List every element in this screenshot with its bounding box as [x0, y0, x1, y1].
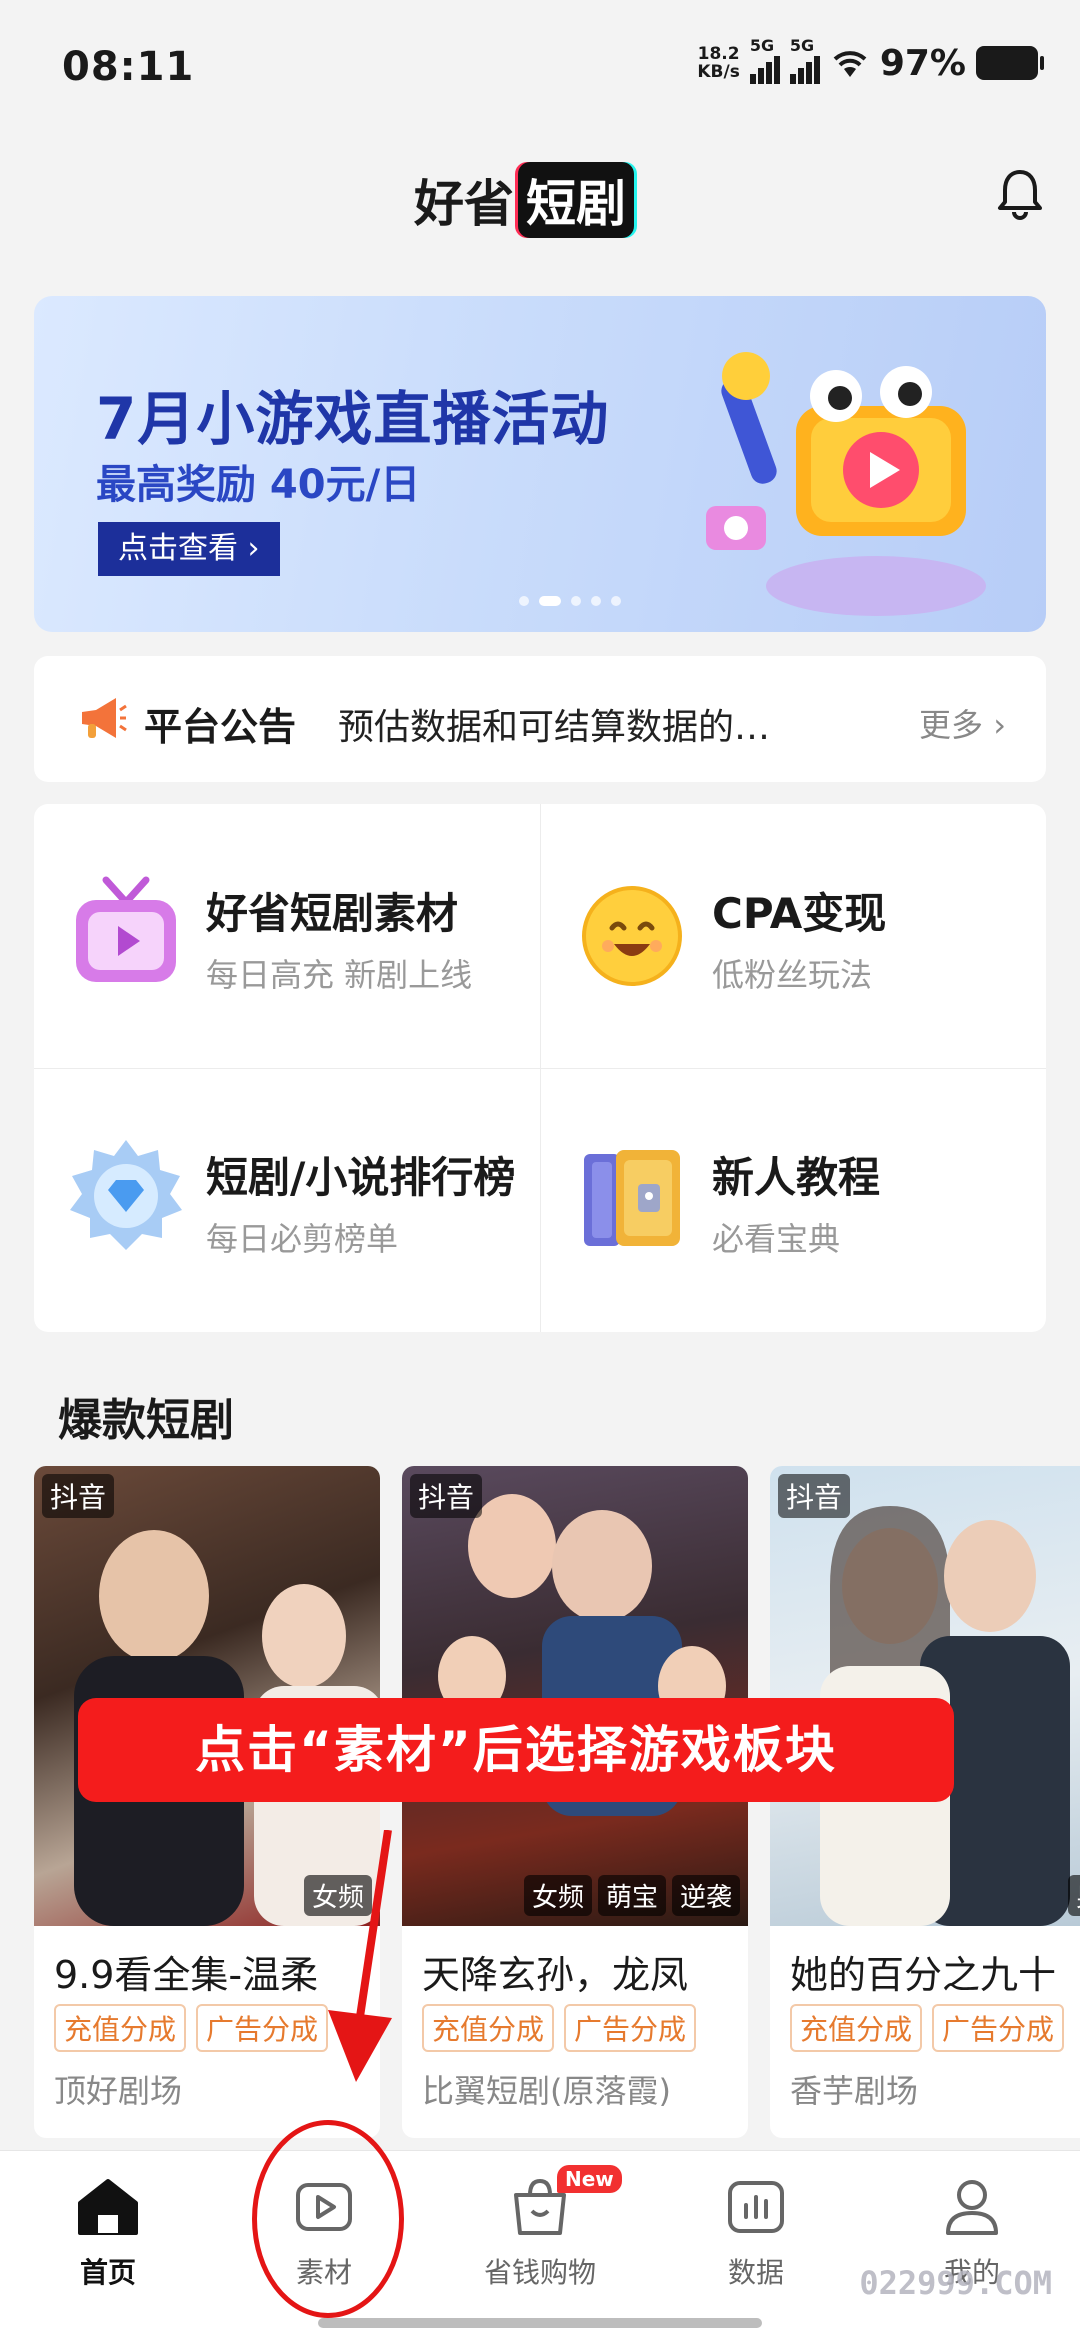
- genre-tags: 女频 萌宝 逆袭: [523, 1875, 740, 1916]
- platform-badge: 抖音: [410, 1474, 483, 1518]
- tab-label: 数据: [727, 2256, 784, 2289]
- carousel-indicator: [519, 596, 621, 606]
- drama-title: 9.9看全集-温柔: [54, 1953, 319, 1997]
- instruction-callout: 点击“素材”后选择游戏板块: [78, 1698, 954, 1802]
- drama-card-list[interactable]: 抖音 女频 9.9看全集-温柔 充值分成 广告分成 顶好剧场 抖音 女频 萌宝: [34, 1466, 1080, 2138]
- notice-text: 预估数据和可结算数据的…: [338, 707, 771, 748]
- bell-icon[interactable]: [990, 164, 1050, 224]
- tab-home[interactable]: 首页: [0, 2171, 216, 2311]
- user-icon: [946, 2180, 998, 2235]
- status-time: 08:11: [62, 44, 195, 90]
- game-mascot-illustration: [706, 352, 986, 616]
- status-indicators: 18.2 KB/s 5G 5G 97%: [697, 36, 1044, 84]
- feature-grid: 好省短剧素材 每日高充 新剧上线 CPA变现 低粉丝玩法 短剧/小说排行榜 每日…: [34, 804, 1046, 1332]
- drama-card[interactable]: 抖音 女频 萌宝 逆袭 天降玄孙，龙凤 充值分成 广告分成 比翼短剧(原落霞): [402, 1466, 748, 2138]
- revenue-chips: 充值分成 广告分成: [422, 2004, 697, 2052]
- feature-subtitle: 必看宝典: [712, 1220, 841, 1258]
- book-icon: [584, 1150, 680, 1246]
- home-icon: [78, 2179, 138, 2235]
- feature-subtitle: 每日高充 新剧上线: [206, 956, 473, 994]
- status-bar: 08:11 18.2 KB/s 5G 5G 97%: [0, 0, 1080, 140]
- signal-icon: 5G: [789, 36, 820, 84]
- feature-cpa[interactable]: CPA变现 低粉丝玩法: [540, 804, 1046, 1068]
- medal-icon: [70, 1140, 182, 1250]
- feature-title: 新人教程: [712, 1153, 881, 1202]
- home-indicator[interactable]: [318, 2318, 762, 2328]
- notice-title: 平台公告: [144, 705, 297, 749]
- drama-title: 她的百分之九十: [790, 1953, 1057, 1997]
- feature-subtitle: 低粉丝玩法: [712, 956, 873, 994]
- battery-icon: [976, 46, 1044, 80]
- wifi-icon: [833, 51, 867, 77]
- tab-label: 省钱购物: [483, 2256, 596, 2289]
- drama-title: 天降玄孙，龙凤: [422, 1953, 689, 1997]
- watermark: 022999.COM: [859, 2264, 1052, 2302]
- network-speed: 18.2 KB/s: [697, 44, 740, 82]
- battery-percent: 97%: [879, 42, 966, 84]
- feature-subtitle: 每日必剪榜单: [206, 1220, 399, 1258]
- smiley-icon: [582, 886, 682, 986]
- notice-more-link[interactable]: 更多 ›: [919, 700, 1006, 746]
- banner-view-button[interactable]: 点击查看 ›: [98, 522, 280, 576]
- arrow-annotation: [328, 1830, 392, 2082]
- tab-data[interactable]: 数据: [648, 2171, 864, 2311]
- app-logo: 好省 短剧: [414, 162, 634, 238]
- feature-title: 好省短剧素材: [206, 889, 459, 938]
- banner-title: 7月小游戏直播活动: [96, 385, 610, 453]
- poster-figures: [438, 1494, 726, 1816]
- promo-banner[interactable]: 7月小游戏直播活动 最高奖励 40元/日 点击查看 ›: [34, 296, 1046, 632]
- chart-icon: [728, 2181, 784, 2233]
- platform-badge: 抖音: [778, 1474, 851, 1518]
- feature-drama-materials[interactable]: 好省短剧素材 每日高充 新剧上线: [34, 804, 540, 1068]
- highlight-circle-annotation: [252, 2120, 404, 2318]
- studio-name: 香芋剧场: [790, 2072, 919, 2110]
- bottom-tab-bar: 首页 素材 New 省钱购物 数据 我的: [0, 2150, 1080, 2345]
- banner-subtitle: 最高奖励 40元/日: [96, 462, 421, 508]
- drama-card[interactable]: 抖音 男频 她的百分之九十 充值分成 广告分成 香芋剧场: [770, 1466, 1080, 2138]
- feature-title: 短剧/小说排行榜: [206, 1153, 516, 1202]
- feature-ranking[interactable]: 短剧/小说排行榜 每日必剪榜单: [34, 1068, 540, 1332]
- drama-poster: 抖音 女频 萌宝 逆袭: [402, 1466, 748, 1926]
- revenue-chips: 充值分成 广告分成: [790, 2004, 1065, 2052]
- studio-name: 比翼短剧(原落霞): [422, 2072, 671, 2110]
- new-badge: New: [557, 2165, 622, 2193]
- section-title: 爆款短剧: [58, 1395, 234, 1446]
- studio-name: 顶好剧场: [54, 2072, 183, 2110]
- platform-badge: 抖音: [42, 1474, 115, 1518]
- drama-poster: 抖音 男频: [770, 1466, 1080, 1926]
- feature-title: CPA变现: [712, 889, 887, 938]
- tab-label: 首页: [79, 2256, 136, 2289]
- signal-icon: 5G: [749, 36, 780, 84]
- tv-icon: [76, 876, 176, 982]
- platform-notice[interactable]: 平台公告 预估数据和可结算数据的… 更多 ›: [34, 656, 1046, 782]
- genre-tags: 男频: [1067, 1875, 1080, 1916]
- megaphone-icon: [82, 698, 127, 738]
- feature-tutorial[interactable]: 新人教程 必看宝典: [540, 1068, 1046, 1332]
- revenue-chips: 充值分成 广告分成: [54, 2004, 329, 2052]
- app-header: 好省 短剧: [0, 150, 1080, 250]
- poster-figures: [820, 1506, 1070, 1926]
- tab-shopping[interactable]: New 省钱购物: [432, 2165, 648, 2311]
